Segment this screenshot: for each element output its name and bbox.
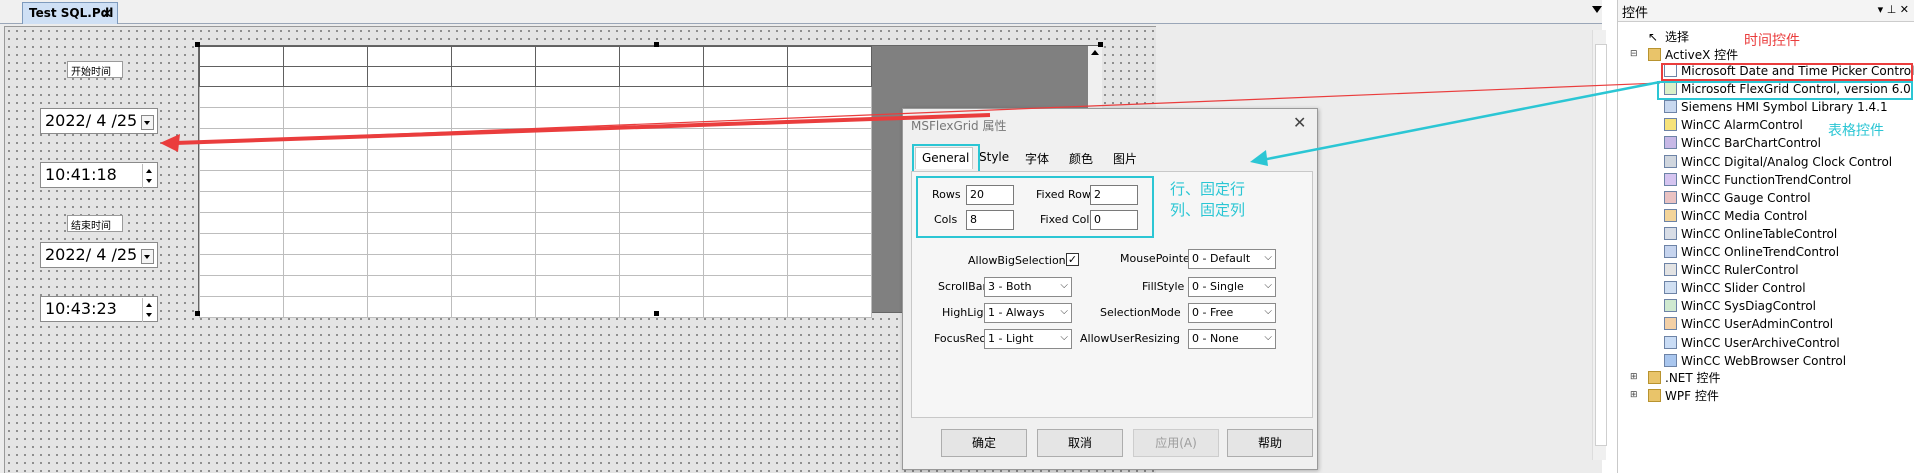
cyan-arrow-shaft — [1261, 80, 1661, 162]
annotation-arrows — [160, 80, 1661, 166]
red-arrow-shaft — [174, 113, 991, 145]
cyan-arrow-head — [1250, 150, 1268, 166]
red-arrow-head — [160, 134, 180, 152]
